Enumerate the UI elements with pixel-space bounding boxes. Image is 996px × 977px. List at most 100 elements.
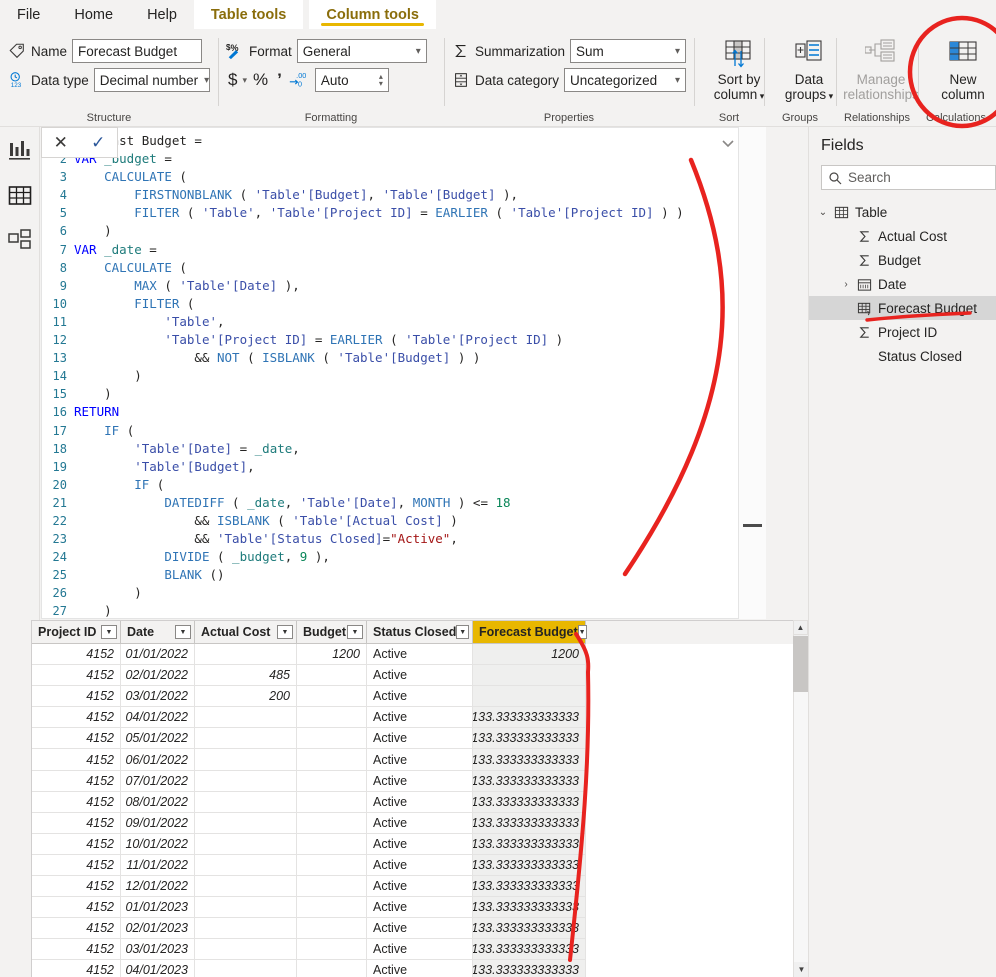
column-filter-icon[interactable]: ▼ [456, 625, 469, 639]
fields-tree-item-project-id[interactable]: Project ID [809, 320, 996, 344]
expand-chevron-icon[interactable]: › [840, 279, 852, 290]
grid-cell-date[interactable]: 05/01/2022 [121, 728, 195, 750]
grid-cell-actual_cost[interactable] [195, 812, 297, 834]
grid-cell-budget[interactable] [297, 939, 367, 961]
grid-cell-actual_cost[interactable] [195, 960, 297, 977]
thousands-separator-button[interactable]: ’ [274, 70, 285, 90]
grid-cell-actual_cost[interactable] [195, 707, 297, 729]
grid-cell-actual_cost[interactable] [195, 728, 297, 750]
column-filter-icon[interactable]: ▼ [277, 625, 293, 639]
data-groups-button[interactable]: Data groups ▾ [772, 35, 846, 104]
grid-cell-date[interactable]: 02/01/2023 [121, 918, 195, 940]
grid-cell-forecast_budget[interactable]: 1200 [473, 644, 586, 666]
grid-cell-budget[interactable] [297, 960, 367, 977]
column-filter-icon[interactable]: ▼ [101, 625, 117, 639]
tab-column-tools[interactable]: Column tools [309, 0, 436, 29]
grid-cell-budget[interactable] [297, 728, 367, 750]
grid-cell-status_closed[interactable]: Active [367, 686, 473, 708]
table-row[interactable]: 4152 07/01/2022 Active 133.333333333333 [32, 770, 808, 792]
grid-cell-date[interactable]: 01/01/2023 [121, 897, 195, 919]
manage-relationships-button[interactable]: Manage relationships [843, 35, 919, 102]
grid-cell-date[interactable]: 08/01/2022 [121, 791, 195, 813]
grid-cell-project_id[interactable]: 4152 [32, 918, 121, 940]
decrease-decimals-icon[interactable]: .00 0 [288, 70, 308, 90]
fields-tree-item-budget[interactable]: Budget [809, 248, 996, 272]
table-row[interactable]: 4152 09/01/2022 Active 133.333333333333 [32, 812, 808, 834]
grid-cell-budget[interactable] [297, 897, 367, 919]
grid-cell-status_closed[interactable]: Active [367, 707, 473, 729]
grid-cell-project_id[interactable]: 4152 [32, 854, 121, 877]
grid-cell-forecast_budget[interactable]: 133.333333333333 [473, 728, 586, 750]
grid-cell-status_closed[interactable]: Active [367, 749, 473, 771]
grid-cell-budget[interactable] [297, 686, 367, 708]
grid-column-header-budget[interactable]: Budget ▼ [297, 621, 367, 644]
grid-cell-budget[interactable] [297, 791, 367, 813]
grid-column-header-date[interactable]: Date ▼ [121, 621, 195, 644]
grid-cell-status_closed[interactable]: Active [367, 791, 473, 813]
grid-cell-project_id[interactable]: 4152 [32, 812, 121, 834]
grid-cell-actual_cost[interactable]: 200 [195, 686, 297, 708]
table-row[interactable]: 4152 01/01/2022 1200 Active 1200 [32, 644, 808, 666]
grid-column-header-forecast_budget[interactable]: Forecast Budget ▼ [473, 621, 587, 644]
table-row[interactable]: 4152 01/01/2023 Active 133.333333333333 [32, 897, 808, 919]
tab-home[interactable]: Home [57, 0, 130, 29]
grid-cell-date[interactable]: 10/01/2022 [121, 833, 195, 855]
grid-cell-forecast_budget[interactable]: 133.333333333333 [473, 876, 586, 898]
grid-cell-project_id[interactable]: 4152 [32, 770, 121, 792]
grid-cell-forecast_budget[interactable]: 133.333333333333 [473, 897, 586, 919]
scroll-down-icon[interactable]: ▼ [794, 962, 808, 977]
fields-tree-item-table[interactable]: ⌄ Table [809, 200, 996, 224]
dax-formula-code[interactable]: 1Forecast Budget =2VAR _budget =3 CALCUL… [41, 127, 739, 619]
report-view-icon[interactable] [7, 139, 33, 165]
column-filter-icon[interactable]: ▼ [347, 625, 363, 639]
stepper-arrows-icon[interactable]: ▴ ▾ [373, 73, 383, 88]
grid-cell-status_closed[interactable]: Active [367, 854, 473, 877]
grid-cell-actual_cost[interactable] [195, 770, 297, 792]
grid-cell-forecast_budget[interactable]: 133.333333333333 [473, 791, 586, 813]
formula-scrollbar[interactable] [739, 127, 766, 619]
fields-tree-item-actual-cost[interactable]: Actual Cost [809, 224, 996, 248]
table-row[interactable]: 4152 04/01/2023 Active 133.333333333333 [32, 960, 808, 977]
grid-cell-project_id[interactable]: 4152 [32, 897, 121, 919]
format-dropdown[interactable]: General ▾ [296, 39, 427, 63]
table-row[interactable]: 4152 12/01/2022 Active 133.333333333333 [32, 876, 808, 898]
grid-cell-actual_cost[interactable] [195, 749, 297, 771]
grid-cell-date[interactable]: 11/01/2022 [121, 854, 195, 877]
grid-cell-actual_cost[interactable] [195, 833, 297, 855]
table-row[interactable]: 4152 02/01/2022 485 Active [32, 665, 808, 687]
decimal-places-stepper[interactable]: Auto ▴ ▾ [314, 68, 389, 92]
grid-cell-project_id[interactable]: 4152 [32, 833, 121, 855]
currency-dropdown-icon[interactable]: ▾ [242, 75, 247, 86]
new-column-button[interactable]: New column [926, 35, 996, 102]
grid-cell-project_id[interactable]: 4152 [32, 876, 121, 898]
grid-cell-actual_cost[interactable] [195, 897, 297, 919]
grid-cell-status_closed[interactable]: Active [367, 960, 473, 977]
grid-cell-project_id[interactable]: 4152 [32, 939, 121, 961]
grid-cell-budget[interactable] [297, 770, 367, 792]
grid-cell-budget[interactable] [297, 876, 367, 898]
table-row[interactable]: 4152 08/01/2022 Active 133.333333333333 [32, 791, 808, 813]
grid-cell-actual_cost[interactable]: 485 [195, 665, 297, 687]
grid-cell-budget[interactable] [297, 707, 367, 729]
grid-cell-actual_cost[interactable] [195, 876, 297, 898]
grid-cell-status_closed[interactable]: Active [367, 812, 473, 834]
expand-formula-bar-icon[interactable] [719, 134, 737, 152]
currency-format-button[interactable]: $ [226, 70, 239, 90]
grid-cell-forecast_budget[interactable]: 133.333333333333 [473, 854, 586, 877]
grid-cell-forecast_budget[interactable]: 133.333333333333 [473, 812, 586, 834]
column-filter-icon[interactable]: ▼ [175, 625, 191, 639]
table-row[interactable]: 4152 11/01/2022 Active 133.333333333333 [32, 854, 808, 877]
tab-file[interactable]: File [0, 0, 57, 29]
grid-cell-date[interactable]: 04/01/2023 [121, 960, 195, 977]
grid-cell-date[interactable]: 07/01/2022 [121, 770, 195, 792]
summarization-dropdown[interactable]: Sum ▾ [570, 39, 686, 63]
fields-tree-item-date[interactable]: › Date [809, 272, 996, 296]
grid-column-header-project_id[interactable]: Project ID ▼ [32, 621, 121, 644]
expand-chevron-icon[interactable]: ⌄ [817, 207, 829, 218]
table-row[interactable]: 4152 02/01/2023 Active 133.333333333333 [32, 918, 808, 940]
grid-cell-date[interactable]: 03/01/2023 [121, 939, 195, 961]
grid-cell-forecast_budget[interactable] [473, 686, 586, 708]
grid-column-header-status_closed[interactable]: Status Closed ▼ [367, 621, 473, 644]
grid-cell-actual_cost[interactable] [195, 939, 297, 961]
grid-cell-status_closed[interactable]: Active [367, 918, 473, 940]
